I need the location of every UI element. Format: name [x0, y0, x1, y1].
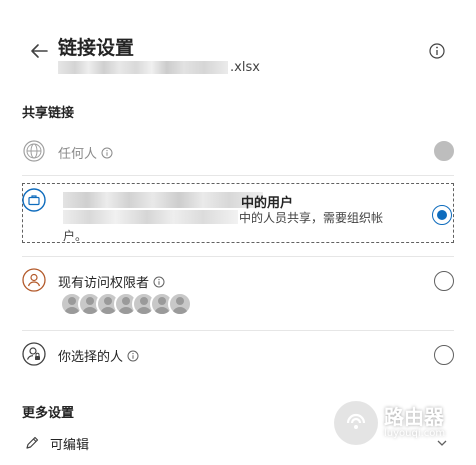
- option-specific-people[interactable]: 你选择的人: [22, 342, 454, 368]
- option-org-users-label: 中的用户: [241, 196, 294, 211]
- avatar-group: [60, 292, 192, 316]
- redacted-filename: [58, 61, 228, 74]
- person-lock-icon: [22, 342, 46, 366]
- option-org-users-desc: 中的人员共享，需要组织帐: [239, 211, 384, 225]
- option-org-users[interactable]: 中的用户 中的人员共享，需要组织帐 户。: [22, 183, 454, 243]
- router-logo-icon: [334, 401, 378, 445]
- option-anyone-label: 任何人: [58, 143, 113, 162]
- specific-people-radio[interactable]: [434, 345, 454, 365]
- redacted-org-name: [63, 192, 263, 208]
- info-icon[interactable]: [101, 147, 113, 159]
- header: 链接设置 .xlsx: [0, 0, 476, 90]
- info-icon[interactable]: [127, 350, 139, 362]
- divider: [22, 330, 454, 331]
- option-org-users-desc-cont: 户。: [63, 229, 88, 243]
- more-settings-section-label: 更多设置: [22, 406, 75, 421]
- org-users-radio[interactable]: [432, 205, 452, 225]
- option-existing-access-label: 现有访问权限者: [58, 272, 165, 291]
- redacted-org-desc: [63, 210, 238, 224]
- permission-label: 可编辑: [50, 438, 90, 453]
- file-extension: .xlsx: [230, 60, 260, 75]
- info-icon[interactable]: [428, 42, 446, 60]
- option-anyone[interactable]: 任何人: [22, 138, 454, 164]
- page-title: 链接设置: [58, 37, 135, 59]
- anyone-radio[interactable]: [434, 141, 454, 161]
- watermark-text: 路由器 luyouqi.com: [384, 405, 446, 439]
- existing-access-radio[interactable]: [434, 271, 454, 291]
- avatar: [168, 292, 192, 316]
- file-name: .xlsx: [58, 60, 260, 75]
- option-existing-access[interactable]: 现有访问权限者: [22, 268, 454, 320]
- share-link-section-label: 共享链接: [22, 106, 75, 121]
- watermark: 路由器 luyouqi.com: [334, 398, 464, 448]
- pencil-icon: [26, 436, 39, 449]
- briefcase-icon: [22, 188, 46, 212]
- globe-icon: [23, 140, 45, 162]
- info-icon[interactable]: [153, 276, 165, 288]
- person-icon: [22, 268, 46, 292]
- option-specific-people-label: 你选择的人: [58, 346, 139, 365]
- arrow-left-icon[interactable]: [28, 40, 50, 62]
- divider: [22, 175, 454, 176]
- divider: [22, 256, 454, 257]
